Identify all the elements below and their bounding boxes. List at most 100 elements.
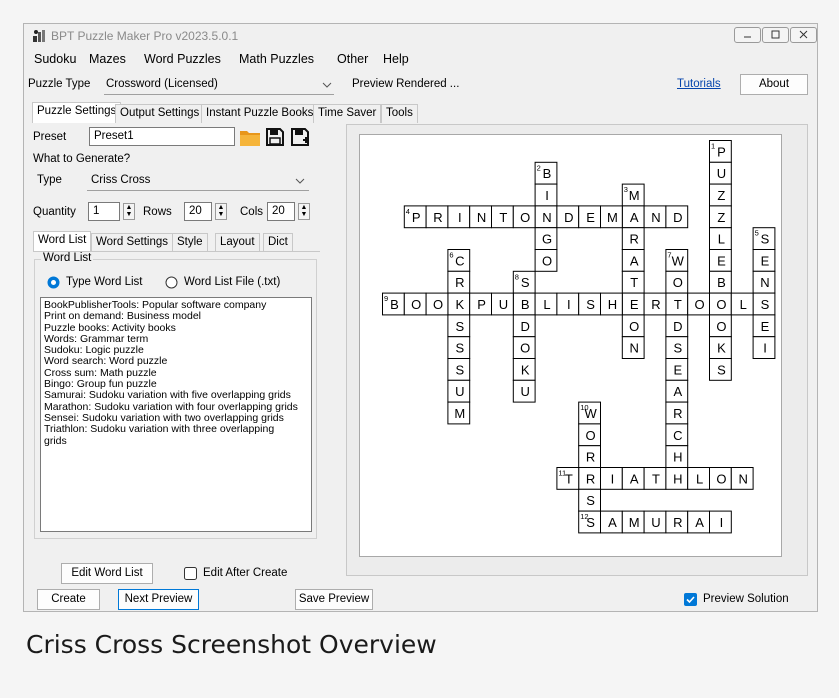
radio-word-list-file[interactable] [165, 276, 178, 289]
cell-letter: S [455, 341, 464, 356]
subtab-dict[interactable]: Dict [263, 233, 293, 251]
chevron-down-icon [322, 82, 332, 88]
type-select[interactable]: Criss Cross [87, 170, 309, 191]
cell-letter: U [717, 166, 726, 181]
cell-number: 1 [711, 142, 715, 151]
crossword-cell: A [665, 379, 689, 403]
quantity-input[interactable]: 1 [88, 202, 120, 221]
cell-letter: M [454, 406, 465, 421]
save-preview-button[interactable]: Save Preview [295, 589, 373, 610]
cell-letter: O [695, 297, 705, 312]
cols-input[interactable]: 20 [267, 202, 295, 221]
crossword-grid: P1UZZLEBOOKSB2INGOM3ARATEONP4 R I N T O D E M N DS… [382, 140, 776, 534]
cell-letter: K [717, 341, 726, 356]
quantity-label: Quantity [33, 206, 76, 218]
crossword-cell: M [600, 205, 623, 229]
cell-letter: A [695, 515, 704, 530]
cell-letter: D [564, 210, 573, 225]
puzzle-type-select[interactable]: Crossword (Licensed) [104, 76, 334, 95]
cell-number: 11 [558, 469, 566, 478]
subtab-word-settings[interactable]: Word Settings [91, 233, 174, 251]
crossword-cell: L [687, 467, 711, 490]
subtab-style[interactable]: Style [172, 233, 208, 251]
next-preview-button[interactable]: Next Preview [118, 589, 199, 610]
preview-solution-checkbox[interactable] [684, 593, 697, 606]
type-label: Type [37, 174, 62, 186]
cell-letter: E [761, 253, 770, 268]
quantity-stepper[interactable]: ▲ ▼ [123, 203, 135, 220]
puzzle-type-value: Crossword (Licensed) [106, 78, 218, 90]
maximize-button[interactable] [762, 27, 789, 43]
cell-letter: L [696, 471, 703, 486]
word-list-textarea[interactable]: BookPublisherTools: Popular software com… [40, 297, 312, 532]
status-text: Preview Rendered ... [352, 78, 460, 90]
cell-number: 5 [755, 229, 759, 238]
menu-help[interactable]: Help [383, 52, 409, 66]
radio-type-word-list[interactable] [47, 276, 60, 289]
cell-number: 12 [580, 512, 588, 521]
cell-letter: R [586, 450, 595, 465]
crossword-cell: D [556, 205, 580, 229]
crossword-cell: T [491, 205, 514, 229]
crossword-cell: S [578, 488, 601, 512]
menu-mazes[interactable]: Mazes [89, 52, 126, 66]
cell-letter: E [586, 210, 595, 225]
crossword-cell: O [621, 314, 645, 338]
save-icon[interactable] [265, 127, 285, 147]
tab-puzzle-settings[interactable]: Puzzle Settings [32, 102, 122, 123]
app-icon [33, 30, 45, 42]
cell-letter: U [499, 297, 508, 312]
crossword-cell: C [665, 423, 689, 447]
settings-panel: Preset Preset1 What to Generate? Type Cr… [33, 123, 320, 584]
cell-letter: S [586, 493, 595, 508]
crossword-cell: U [491, 292, 514, 316]
crossword-cell: I [600, 467, 623, 490]
cell-letter: R [673, 515, 682, 530]
crossword-cell: A [600, 510, 623, 534]
save-as-icon[interactable] [290, 127, 312, 147]
rows-input[interactable]: 20 [184, 202, 212, 221]
cell-letter: T [630, 275, 638, 290]
create-button[interactable]: Create [37, 589, 100, 610]
minimize-button[interactable] [734, 27, 761, 43]
crossword-cell: L [709, 227, 732, 250]
edit-word-list-button[interactable]: Edit Word List [61, 563, 153, 584]
preset-input[interactable]: Preset1 [89, 127, 235, 146]
menu-word-puzzles[interactable]: Word Puzzles [144, 52, 221, 66]
tab-tools[interactable]: Tools [381, 104, 418, 123]
close-button[interactable] [790, 27, 817, 43]
app-window: BPT Puzzle Maker Pro v2023.5.0.1 Sudoku … [23, 23, 818, 612]
cell-letter: I [720, 515, 724, 530]
tab-output-settings[interactable]: Output Settings [115, 104, 205, 123]
crossword-canvas: P1UZZLEBOOKSB2INGOM3ARATEONP4RINTODEMNDS… [359, 134, 782, 557]
cols-stepper[interactable]: ▲ ▼ [298, 203, 310, 220]
folder-icon[interactable] [239, 127, 261, 147]
cell-letter: R [433, 210, 442, 225]
crossword-cell: I [752, 336, 776, 359]
subtab-word-list[interactable]: Word List [33, 231, 92, 251]
cell-letter: H [608, 297, 617, 312]
cell-letter: S [761, 297, 770, 312]
crossword-cell: S12 [578, 510, 601, 534]
edit-after-create-checkbox[interactable] [184, 567, 197, 580]
subtab-layout[interactable]: Layout [215, 233, 260, 251]
cell-letter: D [521, 319, 530, 334]
cell-letter: O [520, 210, 530, 225]
rows-stepper[interactable]: ▲ ▼ [215, 203, 227, 220]
crossword-cell: E [709, 249, 732, 272]
tutorials-link[interactable]: Tutorials [677, 78, 721, 90]
about-button[interactable]: About [740, 74, 808, 95]
word-list-line: Triathlon: Sudoku variation with three o… [44, 423, 275, 436]
crossword-cell: D [665, 314, 689, 338]
cell-number: 10 [580, 403, 588, 412]
minimize-icon [744, 36, 751, 38]
menu-sudoku[interactable]: Sudoku [34, 52, 76, 66]
menu-other[interactable]: Other [337, 52, 368, 66]
crossword-cell: A [621, 249, 645, 272]
tab-instant-puzzle-books[interactable]: Instant Puzzle Books [201, 104, 319, 123]
tab-time-saver[interactable]: Time Saver [313, 104, 382, 123]
crossword-cell: D [665, 205, 689, 229]
cell-number: 4 [406, 207, 410, 216]
menu-math-puzzles[interactable]: Math Puzzles [239, 52, 314, 66]
cell-letter: B [543, 166, 552, 181]
